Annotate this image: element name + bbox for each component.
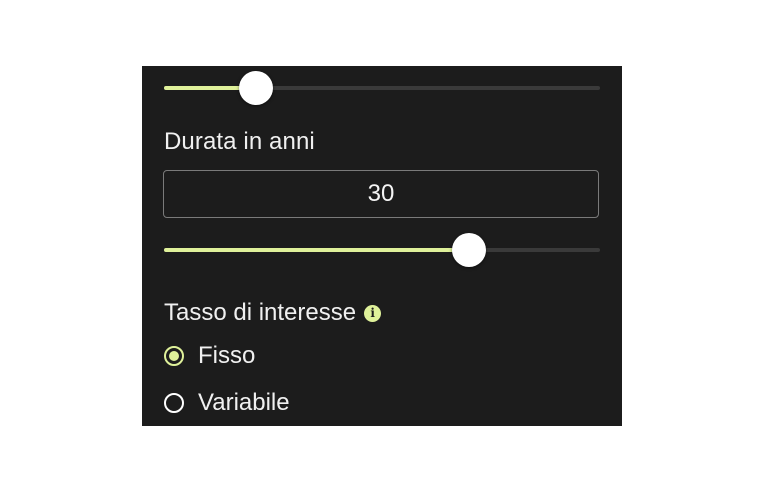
duration-input[interactable] xyxy=(163,170,599,218)
duration-slider-fill xyxy=(164,248,470,252)
radio-label-variable: Variabile xyxy=(198,389,290,416)
amount-slider[interactable] xyxy=(164,68,600,108)
interest-rate-label: Tasso di interesse xyxy=(164,299,357,326)
radio-option-fixed[interactable]: Fisso xyxy=(164,341,255,371)
duration-slider-thumb[interactable] xyxy=(452,233,487,267)
info-icon[interactable]: i xyxy=(364,304,382,322)
radio-option-variable[interactable]: Variabile xyxy=(164,388,290,418)
mortgage-form-panel: Durata in anni Tasso di interesse i Fiss… xyxy=(142,66,622,426)
radio-button-variable[interactable] xyxy=(164,393,184,413)
radio-label-fixed: Fisso xyxy=(198,342,256,369)
duration-slider[interactable] xyxy=(164,230,600,270)
duration-label: Durata in anni xyxy=(164,128,315,155)
interest-rate-label-row: Tasso di interesse i xyxy=(164,298,382,328)
radio-button-fixed[interactable] xyxy=(164,346,184,366)
amount-slider-thumb[interactable] xyxy=(238,71,273,105)
